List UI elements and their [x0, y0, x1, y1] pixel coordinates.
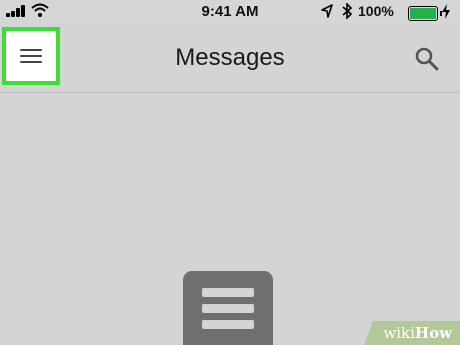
- battery-percent: 100%: [358, 3, 394, 19]
- battery-fill: [410, 8, 436, 19]
- watermark-text: wikiHow: [383, 324, 452, 342]
- app-header: Messages: [0, 24, 460, 93]
- watermark-prefix: wiki: [383, 324, 415, 342]
- watermark: wikiHow: [360, 321, 460, 345]
- page-title: Messages: [175, 44, 285, 71]
- location-icon: [321, 4, 333, 18]
- search-icon[interactable]: [414, 46, 440, 72]
- status-bar: 9:41 AM 100%: [0, 0, 460, 24]
- watermark-suffix: How: [414, 324, 452, 342]
- message-list-icon: [183, 271, 273, 345]
- charging-icon: [442, 4, 450, 19]
- message-list-area: [0, 93, 460, 345]
- battery-icon: [408, 6, 442, 21]
- bluetooth-icon: [342, 3, 352, 19]
